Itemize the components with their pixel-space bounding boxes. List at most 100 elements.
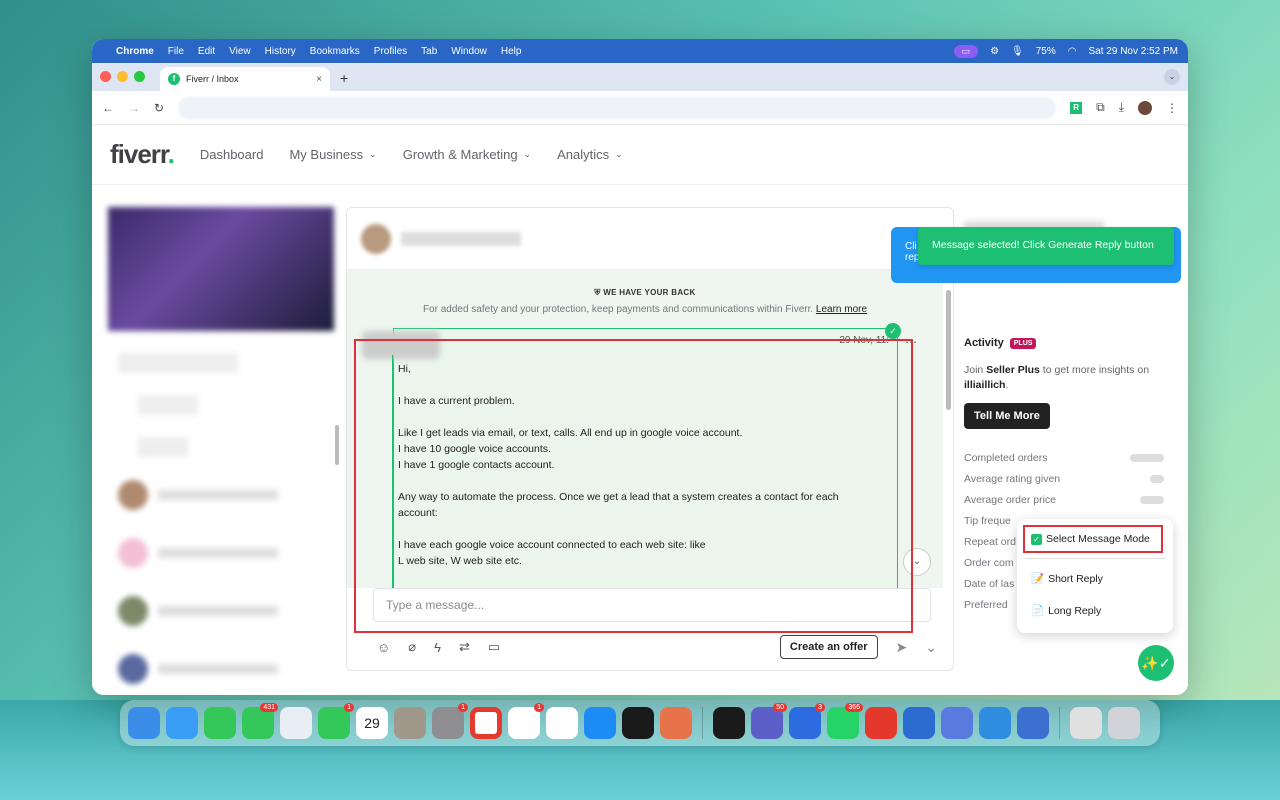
select-message-mode-item[interactable]: ✓ Select Message Mode [1031, 533, 1150, 545]
zoom-window-button[interactable] [134, 71, 145, 82]
claude-icon[interactable] [660, 707, 692, 739]
calendar-icon[interactable]: 29 [356, 707, 388, 739]
attach-icon[interactable]: ⌀ [408, 639, 416, 655]
sidebar-scrollbar[interactable] [335, 425, 339, 465]
url-field[interactable] [178, 96, 1057, 119]
app-store-icon[interactable] [584, 707, 616, 739]
mic-icon[interactable]: 🎙 [1011, 46, 1024, 57]
keychain-icon[interactable] [622, 707, 654, 739]
success-toast: Message selected! Click Generate Reply b… [918, 227, 1174, 265]
nav-dashboard[interactable]: Dashboard [200, 147, 264, 162]
nav-growth-marketing[interactable]: Growth & Marketing ⌄ [403, 147, 531, 162]
stat-label: Date of las [964, 577, 1015, 590]
menubar-item-edit[interactable]: Edit [198, 46, 215, 57]
contacts-icon[interactable] [394, 707, 426, 739]
conversation-item[interactable] [108, 591, 334, 631]
badge: 50 [773, 703, 787, 712]
settings-icon[interactable]: 1 [432, 703, 468, 739]
forward-icon[interactable]: → [128, 101, 140, 115]
profile-avatar[interactable] [1138, 100, 1152, 115]
stat-label: Repeat ord [964, 535, 1016, 548]
activity-heading: Activity PLUS [964, 337, 1164, 349]
join-pre: Join [964, 364, 987, 376]
menubar-item-view[interactable]: View [229, 46, 251, 57]
quicktime-icon[interactable] [979, 707, 1011, 739]
chrome-menu-icon[interactable]: ⋮ [1166, 101, 1178, 115]
whatsapp-icon[interactable]: 366 [827, 703, 863, 739]
menu-label: Short Reply [1048, 572, 1103, 585]
conversation-item[interactable] [108, 533, 334, 573]
badge: 3 [815, 703, 825, 712]
extension-r-icon[interactable]: R [1070, 101, 1083, 114]
download-icon[interactable]: ⤓ [1119, 100, 1124, 115]
chat-scrollbar[interactable] [946, 290, 951, 410]
document-icon: 📄 [1031, 605, 1045, 617]
reload-icon[interactable]: ↻ [154, 101, 164, 115]
share-icon[interactable]: ⇄ [459, 639, 470, 655]
menubar-item-bookmarks[interactable]: Bookmarks [310, 46, 360, 57]
chatgpt-icon[interactable] [546, 707, 578, 739]
menu-divider [1025, 558, 1165, 559]
conversation-item[interactable] [108, 475, 334, 515]
messages-icon[interactable]: 431 [242, 703, 278, 739]
menubar-item-help[interactable]: Help [501, 46, 522, 57]
send-icon[interactable]: ➤ [896, 639, 908, 656]
conversation-item[interactable] [108, 649, 334, 689]
tell-me-more-button[interactable]: Tell Me More [964, 403, 1050, 429]
minimize-window-button[interactable] [117, 71, 128, 82]
send-options-chevron-icon[interactable]: ⌄ [925, 639, 937, 656]
reply-mode-menu: ✓ Select Message Mode 📝 Short Reply 📄 Long … [1017, 519, 1173, 633]
menubar-item-profiles[interactable]: Profiles [374, 46, 407, 57]
emoji-icon[interactable]: ☺ [377, 640, 390, 655]
quick-response-icon[interactable]: ϟ [434, 640, 441, 655]
extensions-puzzle-icon[interactable]: ⧉ [1096, 100, 1105, 115]
nav-analytics[interactable]: Analytics ⌄ [557, 147, 623, 162]
maps-icon[interactable] [280, 707, 312, 739]
menubar-item-window[interactable]: Window [451, 46, 487, 57]
back-icon[interactable]: ← [102, 101, 114, 115]
tab-strip: f Fiverr / Inbox × + ⌄ [92, 63, 1188, 91]
phone-icon[interactable] [204, 707, 236, 739]
learn-more-link[interactable]: Learn more [816, 304, 867, 315]
trash-icon[interactable] [1108, 707, 1140, 739]
tab-close-icon[interactable]: × [316, 74, 322, 85]
app-icon[interactable] [1017, 707, 1049, 739]
wifi-icon[interactable]: ◠ [1068, 46, 1077, 57]
nav-label: Growth & Marketing [402, 147, 518, 162]
contact-avatar[interactable] [361, 223, 391, 254]
video-icon[interactable]: ▭ [488, 639, 500, 655]
database-icon[interactable] [941, 707, 973, 739]
tab-search-icon[interactable]: ⌄ [1164, 69, 1180, 85]
pdf-icon[interactable] [865, 707, 897, 739]
short-reply-item[interactable]: 📝 Short Reply [1031, 572, 1103, 586]
new-tab-button[interactable]: + [340, 70, 348, 86]
avatar [118, 654, 148, 684]
downloads-stack-icon[interactable] [1070, 707, 1102, 739]
screen-recording-icon[interactable]: ▭ [953, 44, 979, 58]
facetime-icon[interactable]: 1 [318, 703, 354, 739]
todo-icon[interactable]: 3 [789, 703, 825, 739]
generate-reply-fab[interactable]: ✨✓ [1138, 645, 1174, 681]
slack-icon[interactable]: 1 [508, 703, 544, 739]
safari-icon[interactable] [166, 707, 198, 739]
teams-icon[interactable]: 50 [751, 703, 787, 739]
chrome-icon[interactable] [470, 707, 502, 739]
fiverr-logo[interactable]: fiverr. [110, 139, 175, 170]
menubar-datetime[interactable]: Sat 29 Nov 2:52 PM [1089, 46, 1179, 57]
long-reply-item[interactable]: 📄 Long Reply [1031, 604, 1101, 618]
tab-fiverr-inbox[interactable]: f Fiverr / Inbox × [160, 67, 330, 91]
stat-value-placeholder [1130, 453, 1164, 462]
finder-icon[interactable] [128, 707, 160, 739]
voice-memo-icon[interactable] [713, 707, 745, 739]
create-offer-button[interactable]: Create an offer [779, 635, 878, 659]
status-icon[interactable]: ⚙ [990, 46, 999, 57]
menubar-item-history[interactable]: History [265, 46, 296, 57]
close-window-button[interactable] [100, 71, 111, 82]
word-icon[interactable] [903, 707, 935, 739]
menubar-app-name[interactable]: Chrome [116, 46, 154, 57]
composer-toolbar: ☺ ⌀ ϟ ⇄ ▭ Create an offer ➤ ⌄ [377, 634, 937, 660]
nav-my-business[interactable]: My Business ⌄ [289, 147, 376, 162]
menubar-item-file[interactable]: File [168, 46, 184, 57]
battery-percent[interactable]: 75% [1036, 46, 1056, 57]
menubar-item-tab[interactable]: Tab [421, 46, 437, 57]
